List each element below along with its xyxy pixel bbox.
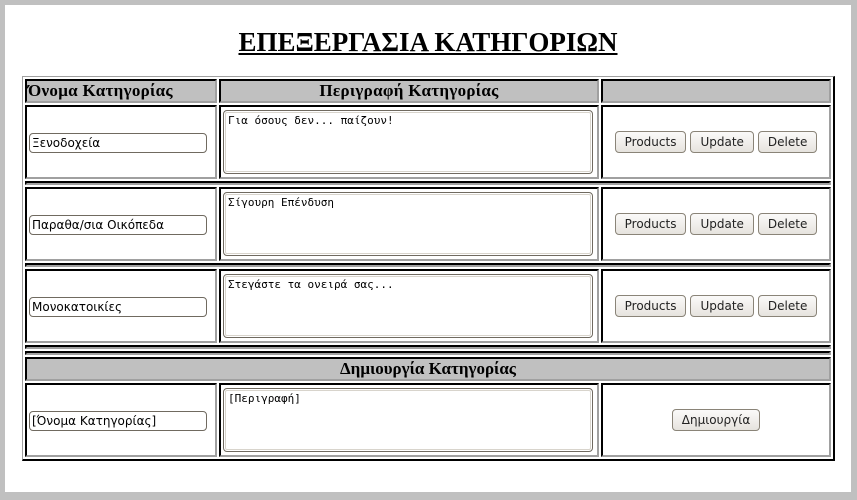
separator-line bbox=[25, 263, 831, 267]
page-title: ΕΠΕΞΕΡΓΑΣΙΑ ΚΑΤΗΓΟΡΙΩΝ bbox=[238, 27, 618, 57]
description-cell: Σίγουρη Επένδυση bbox=[219, 187, 599, 261]
category-name-input[interactable] bbox=[29, 296, 207, 317]
name-cell bbox=[25, 383, 217, 457]
category-description-textarea[interactable]: Για όσους δεν... παίζουν! bbox=[223, 110, 593, 174]
row-separator bbox=[25, 263, 831, 267]
create-button[interactable]: Δημιουργία bbox=[671, 409, 761, 431]
table-header-row: Όνομα Κατηγορίας Περιγραφή Κατηγορίας bbox=[25, 79, 831, 103]
table-row: Σίγουρη Επένδυση ProductsUpdateDelete bbox=[25, 187, 831, 261]
table-row: Για όσους δεν... παίζουν! ProductsUpdate… bbox=[25, 105, 831, 179]
update-button[interactable]: Update bbox=[690, 131, 754, 153]
separator-line bbox=[25, 181, 831, 185]
column-header-description: Περιγραφή Κατηγορίας bbox=[219, 79, 599, 103]
products-button[interactable]: Products bbox=[614, 213, 687, 235]
update-button[interactable]: Update bbox=[690, 213, 754, 235]
categories-table: Όνομα Κατηγορίας Περιγραφή Κατηγορίας Γι… bbox=[22, 76, 835, 461]
name-cell bbox=[25, 105, 217, 179]
column-header-name: Όνομα Κατηγορίας bbox=[25, 79, 217, 103]
actions-cell: Products Update Delete bbox=[601, 269, 831, 343]
row-separator bbox=[25, 345, 831, 349]
actions-cell: Δημιουργία bbox=[601, 383, 831, 457]
row-separator bbox=[25, 181, 831, 185]
actions-cell: Products Update Delete bbox=[601, 187, 831, 261]
row-separator bbox=[25, 351, 831, 355]
separator-line bbox=[25, 345, 831, 349]
actions-cell: Products Update Delete bbox=[601, 105, 831, 179]
page-content: ΕΠΕΞΕΡΓΑΣΙΑ ΚΑΤΗΓΟΡΙΩΝ Όνομα Κατηγορίας … bbox=[5, 5, 851, 492]
create-row: [Περιγραφή] Δημιουργία bbox=[25, 383, 831, 457]
delete-button[interactable]: Delete bbox=[757, 131, 818, 153]
new-category-description-textarea[interactable]: [Περιγραφή] bbox=[223, 388, 593, 452]
category-name-input[interactable] bbox=[29, 214, 207, 235]
products-button[interactable]: Products bbox=[614, 295, 687, 317]
table-row: Στεγάστε τα ονειρά σας... ProductsUpdate… bbox=[25, 269, 831, 343]
description-cell: [Περιγραφή] bbox=[219, 383, 599, 457]
description-cell: Για όσους δεν... παίζουν! bbox=[219, 105, 599, 179]
name-cell bbox=[25, 269, 217, 343]
create-section-header: Δημιουργία Κατηγορίας bbox=[25, 357, 831, 381]
description-cell: Στεγάστε τα ονειρά σας... bbox=[219, 269, 599, 343]
column-header-actions bbox=[601, 79, 831, 103]
category-description-textarea[interactable]: Στεγάστε τα ονειρά σας... bbox=[223, 274, 593, 338]
delete-button[interactable]: Delete bbox=[757, 295, 818, 317]
update-button[interactable]: Update bbox=[690, 295, 754, 317]
products-button[interactable]: Products bbox=[614, 131, 687, 153]
new-category-name-input[interactable] bbox=[29, 410, 207, 431]
delete-button[interactable]: Delete bbox=[757, 213, 818, 235]
category-description-textarea[interactable]: Σίγουρη Επένδυση bbox=[223, 192, 593, 256]
category-name-input[interactable] bbox=[29, 132, 207, 153]
name-cell bbox=[25, 187, 217, 261]
create-header-row: Δημιουργία Κατηγορίας bbox=[25, 357, 831, 381]
separator-line bbox=[25, 351, 831, 355]
